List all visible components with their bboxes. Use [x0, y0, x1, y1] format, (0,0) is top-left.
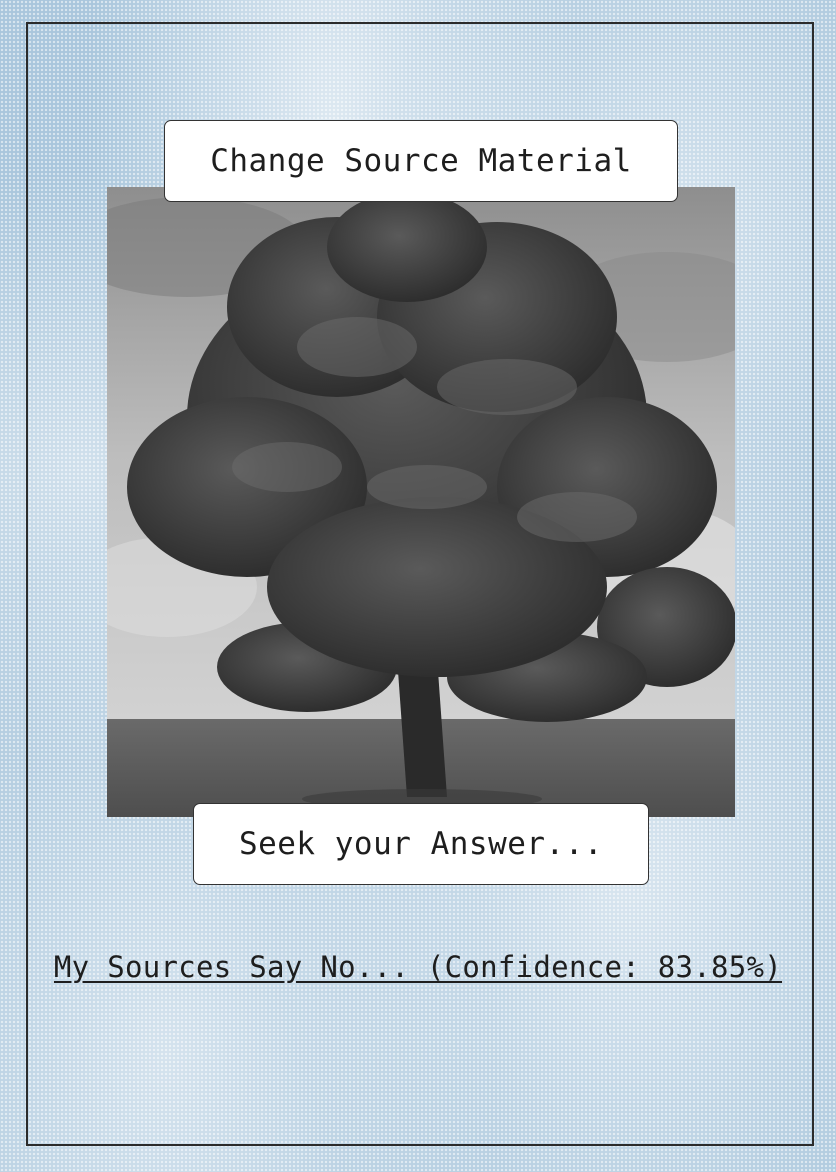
change-source-button[interactable]: Change Source Material — [164, 120, 678, 202]
answer-result-text: My Sources Say No... (Confidence: 83.85%… — [53, 950, 783, 984]
source-image — [107, 187, 735, 817]
seek-answer-button[interactable]: Seek your Answer... — [193, 803, 649, 885]
